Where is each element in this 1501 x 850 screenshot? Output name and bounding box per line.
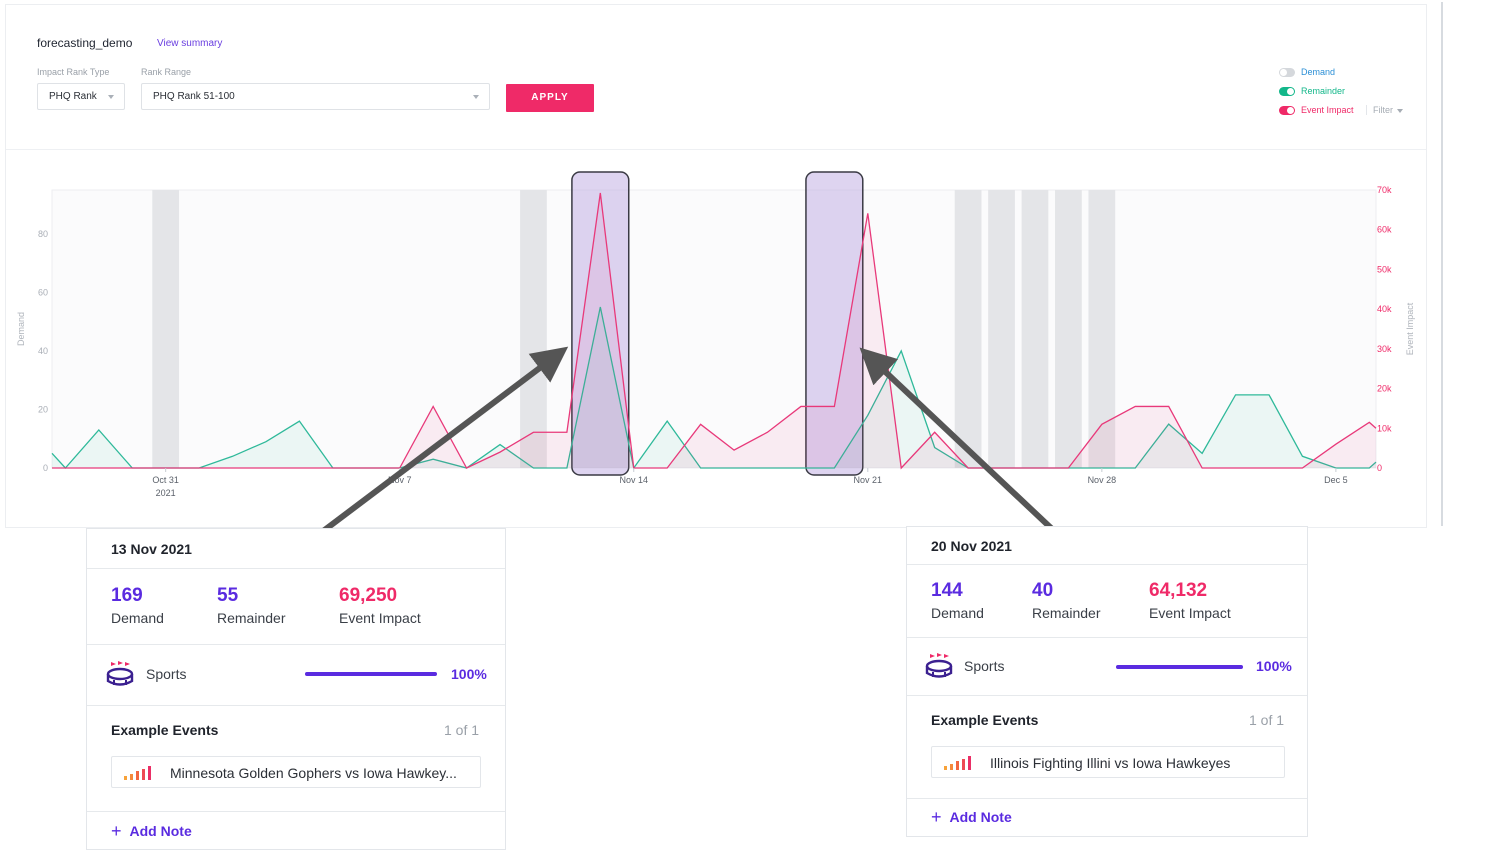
remainder-value: 55 (217, 585, 239, 606)
chevron-down-icon (108, 95, 114, 99)
plus-icon: + (111, 821, 122, 841)
example-event-item[interactable]: Illinois Fighting Illini vs Iowa Hawkeye… (931, 746, 1285, 778)
x-tick-label: Dec 5 (1324, 475, 1348, 485)
left-tick-label: 0 (43, 463, 48, 473)
demand-chart[interactable]: 0 20 40 60 80 0 10k 20k 30k 40k 50k 60k 70k Demand Eve… (0, 150, 1440, 510)
x-tick-sublabel: 2021 (156, 488, 176, 498)
example-events-count: 1 of 1 (1249, 712, 1285, 728)
rank-range-label: Rank Range (141, 67, 192, 77)
right-axis-title: Event Impact (1405, 302, 1415, 355)
x-tick-label: Nov 14 (619, 475, 648, 485)
demand-label: Demand (931, 605, 984, 621)
demand-label: Demand (111, 610, 164, 626)
add-note-label: Add Note (129, 823, 192, 839)
left-axis-title: Demand (16, 312, 26, 346)
card-date: 13 Nov 2021 (111, 541, 192, 557)
example-event-name: Illinois Fighting Illini vs Iowa Hawkeye… (990, 755, 1231, 771)
plus-icon: + (931, 807, 942, 827)
x-tick-label: Nov 21 (854, 475, 883, 485)
x-tick-label: Oct 31 (152, 475, 179, 485)
stadium-icon (106, 661, 134, 686)
toggle-icon[interactable] (1279, 68, 1295, 77)
right-tick-label: 30k (1377, 344, 1392, 354)
shaded-band (988, 190, 1015, 468)
impact-rank-type-label: Impact Rank Type (37, 67, 110, 77)
rank-signal-icon (124, 766, 151, 780)
add-note-label: Add Note (949, 809, 1012, 825)
view-summary-link[interactable]: View summary (157, 38, 222, 49)
add-note-button[interactable]: + Add Note (931, 807, 1012, 828)
left-tick-label: 20 (38, 404, 48, 414)
example-event-item[interactable]: Minnesota Golden Gophers vs Iowa Hawkey.… (111, 756, 481, 788)
left-tick-label: 80 (38, 229, 48, 239)
add-note-button[interactable]: + Add Note (111, 821, 192, 842)
legend-label: Event Impact (1301, 105, 1354, 115)
vertical-rule (1441, 2, 1443, 526)
filter-label: Filter (1373, 105, 1393, 115)
right-tick-label: 70k (1377, 185, 1392, 195)
legend-label: Demand (1301, 67, 1336, 77)
card-date: 20 Nov 2021 (931, 538, 1012, 554)
remainder-value: 40 (1032, 580, 1054, 601)
page-title: forecasting_demo (37, 36, 133, 50)
apply-button[interactable]: APPLY (506, 84, 594, 112)
example-events-title: Example Events (931, 712, 1039, 728)
day-summary-card: 20 Nov 2021 144 Demand 40 Remainder 64,1… (906, 526, 1308, 837)
event-impact-label: Event Impact (1149, 605, 1231, 621)
shaded-band (520, 190, 547, 468)
shaded-band (1055, 190, 1082, 468)
x-tick-label: Nov 28 (1088, 475, 1117, 485)
rank-range-value: PHQ Rank 51-100 (153, 91, 235, 102)
left-tick-label: 60 (38, 287, 48, 297)
toggle-icon[interactable] (1279, 106, 1295, 115)
filter-dropdown[interactable]: Filter (1366, 105, 1403, 115)
right-tick-label: 10k (1377, 423, 1392, 433)
day-summary-card: 13 Nov 2021 169 Demand 55 Remainder 69,2… (86, 528, 506, 850)
example-events-count: 1 of 1 (444, 722, 480, 738)
x-tick-label: Nov 7 (388, 475, 412, 485)
category-label: Sports (146, 666, 187, 682)
category-percent: 100% (451, 666, 487, 682)
remainder-label: Remainder (217, 610, 286, 626)
toggle-icon[interactable] (1279, 87, 1295, 96)
stadium-icon (925, 653, 953, 678)
rank-range-select[interactable]: PHQ Rank 51-100 (141, 83, 490, 110)
category-label: Sports (964, 658, 1005, 674)
right-tick-label: 50k (1377, 264, 1392, 274)
shaded-band (954, 190, 982, 468)
impact-rank-type-select[interactable]: PHQ Rank (37, 83, 125, 110)
demand-value: 169 (111, 585, 143, 606)
example-event-name: Minnesota Golden Gophers vs Iowa Hawkey.… (170, 765, 457, 781)
legend-item-demand[interactable]: Demand (1279, 66, 1419, 85)
shaded-band (1021, 190, 1049, 468)
event-impact-label: Event Impact (339, 610, 421, 626)
impact-rank-type-value: PHQ Rank (49, 91, 97, 102)
event-impact-value: 69,250 (339, 585, 398, 606)
example-events-title: Example Events (111, 722, 219, 738)
legend-item-remainder[interactable]: Remainder (1279, 85, 1419, 104)
chevron-down-icon (473, 95, 479, 99)
right-tick-label: 40k (1377, 304, 1392, 314)
category-progress-bar (305, 672, 437, 676)
right-tick-label: 20k (1377, 384, 1392, 394)
shaded-band (152, 190, 180, 468)
rank-signal-icon (944, 756, 971, 770)
legend-label: Remainder (1301, 86, 1346, 96)
chevron-down-icon (1397, 108, 1403, 113)
left-tick-label: 40 (38, 346, 48, 356)
category-percent: 100% (1256, 658, 1292, 674)
right-tick-label: 60k (1377, 225, 1392, 235)
demand-value: 144 (931, 580, 963, 601)
remainder-label: Remainder (1032, 605, 1101, 621)
category-progress-bar (1116, 665, 1243, 669)
right-tick-label: 0 (1377, 463, 1382, 473)
event-impact-value: 64,132 (1149, 580, 1208, 601)
